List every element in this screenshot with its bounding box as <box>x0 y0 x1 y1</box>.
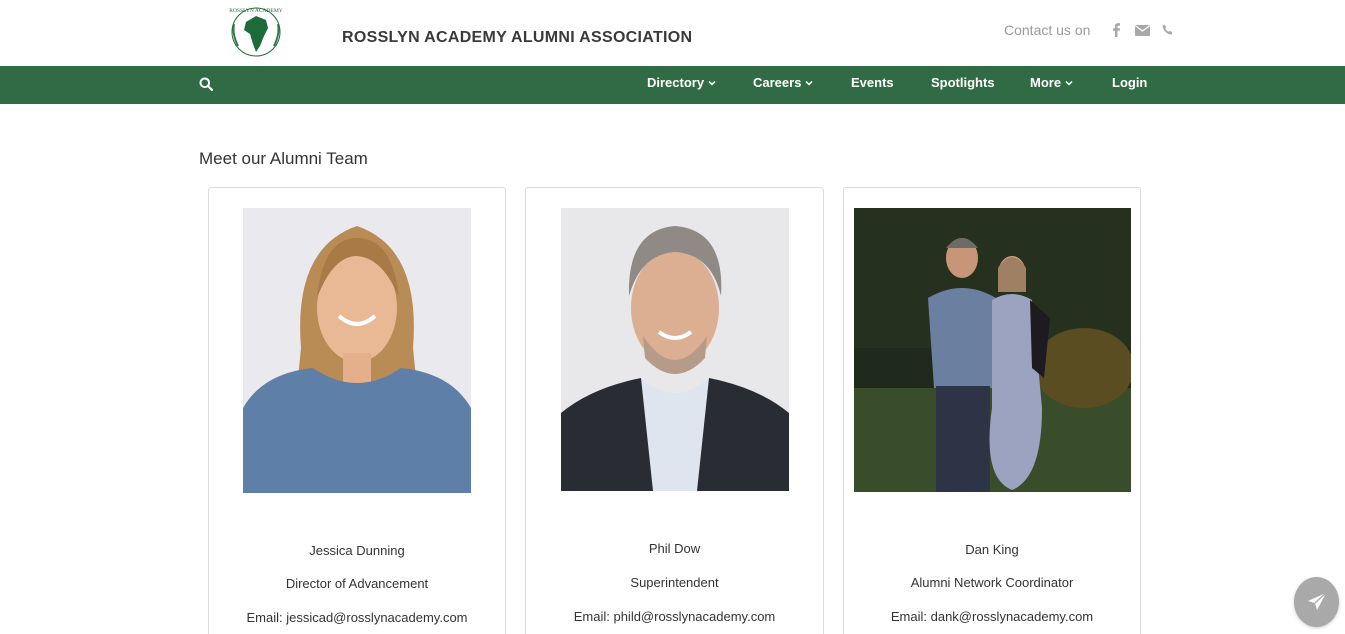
nav-item-directory[interactable]: Directory <box>647 75 716 90</box>
site-header: ROSSLYN ACADEMY ROSSLYN ACADEMY ALUMNI A… <box>0 0 1345 66</box>
nav-label-events: Events <box>851 75 894 90</box>
team-member-role: Superintendent <box>630 575 719 590</box>
main-navigation: Directory Careers Events Spotlights More… <box>0 66 1345 104</box>
nav-item-careers[interactable]: Careers <box>753 75 813 90</box>
site-title: ROSSLYN ACADEMY ALUMNI ASSOCIATION <box>342 29 693 46</box>
team-member-role: Director of Advancement <box>285 576 429 591</box>
team-card: Jessica Dunning Director of Advancement … <box>208 187 506 634</box>
section-title: Meet our Alumni Team <box>199 149 368 168</box>
chevron-down-icon <box>1065 80 1073 86</box>
team-member-photo <box>561 208 789 491</box>
nav-label-directory: Directory <box>647 75 705 90</box>
paper-plane-icon <box>1307 592 1326 610</box>
nav-label-more: More <box>1030 75 1062 90</box>
team-member-email[interactable]: Email: phild@rosslynacademy.com <box>526 609 823 624</box>
facebook-icon[interactable] <box>1108 22 1124 38</box>
team-member-role: Alumni Network Coordinator <box>910 575 1074 590</box>
team-member-name: Phil Dow <box>648 541 701 556</box>
academy-logo[interactable]: ROSSLYN ACADEMY <box>222 2 290 62</box>
team-member-email[interactable]: Email: dank@rosslynacademy.com <box>844 609 1140 624</box>
nav-item-login[interactable]: Login <box>1112 75 1147 90</box>
team-member-photo <box>854 208 1131 492</box>
team-member-name: Dan King <box>965 542 1019 557</box>
contact-area: Contact us on <box>1004 22 1176 38</box>
chevron-down-icon <box>708 80 716 86</box>
contact-label: Contact us on <box>1004 22 1091 38</box>
team-member-name: Jessica Dunning <box>309 543 405 558</box>
nav-label-spotlights: Spotlights <box>931 75 995 90</box>
send-message-button[interactable] <box>1294 577 1339 627</box>
nav-label-careers: Careers <box>753 75 802 90</box>
phone-icon[interactable] <box>1160 22 1176 38</box>
svg-text:ROSSLYN ACADEMY: ROSSLYN ACADEMY <box>229 8 282 14</box>
nav-item-spotlights[interactable]: Spotlights <box>931 75 995 90</box>
team-member-email[interactable]: Email: jessicad@rosslynacademy.com <box>209 610 505 625</box>
team-member-photo <box>243 208 471 493</box>
envelope-icon[interactable] <box>1134 22 1150 38</box>
nav-item-events[interactable]: Events <box>851 75 894 90</box>
team-card: Dan King Alumni Network Coordinator Emai… <box>843 187 1141 634</box>
team-card: Phil Dow Superintendent Email: phild@ros… <box>525 187 824 634</box>
chevron-down-icon <box>805 80 813 86</box>
search-icon[interactable] <box>199 77 215 93</box>
nav-item-more[interactable]: More <box>1030 75 1073 90</box>
nav-label-login: Login <box>1112 75 1148 90</box>
